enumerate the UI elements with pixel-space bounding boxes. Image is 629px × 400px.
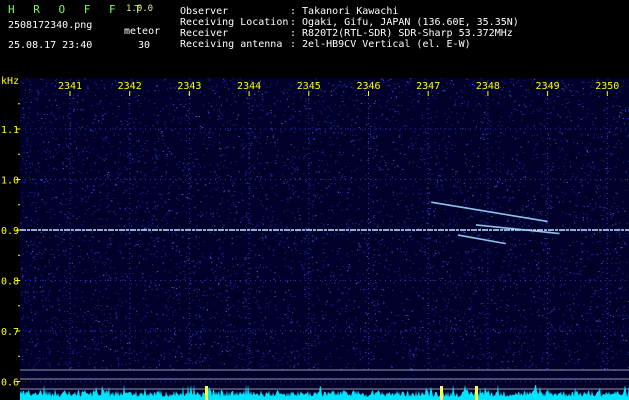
x-tick-label: 2348 xyxy=(476,81,500,92)
y-tick-label: 1.0 xyxy=(1,176,19,187)
info-label-observer: Observer xyxy=(180,6,229,17)
x-tick-label: 2349 xyxy=(536,81,560,92)
spectrogram-plot: 2341 2342 2343 2344 2345 2346 2347 2348 2349 2350… xyxy=(1,76,629,400)
info-value-observer: : Takanori Kawachi xyxy=(290,6,399,17)
x-tick-label: 2344 xyxy=(237,81,261,92)
y-axis-label: kHz xyxy=(1,76,19,87)
info-value-antenna: : 2el-HB9CV Vertical (el. E-W) xyxy=(290,39,471,50)
noise-peak-marker xyxy=(475,386,478,400)
info-label-antenna: Receiving antenna xyxy=(180,39,283,50)
info-label-location: Receiving Location xyxy=(180,17,289,28)
y-tick-label: 0.7 xyxy=(1,327,19,338)
plot-background xyxy=(20,78,629,400)
y-tick-label: 0.8 xyxy=(1,277,19,288)
y-tick-label: 0.9 xyxy=(1,226,19,237)
x-tick-label: 2343 xyxy=(177,81,201,92)
info-label-receiver: Receiver xyxy=(180,28,229,39)
meteor-count: 30 xyxy=(138,40,151,51)
x-tick-label: 2346 xyxy=(356,81,380,92)
x-tick-label: 2342 xyxy=(118,81,142,92)
x-tick-label: 2347 xyxy=(416,81,440,92)
y-tick-label: 0.6 xyxy=(1,378,19,389)
filename-label: 2508172340.png xyxy=(8,20,93,31)
x-tick-label: 2350 xyxy=(595,81,619,92)
info-value-location: : Ogaki, Gifu, JAPAN (136.60E, 35.35N) xyxy=(290,17,519,28)
noise-peak-marker xyxy=(440,386,443,400)
datetime-label: 25.08.17 23:40 xyxy=(8,40,93,51)
x-tick-label: 2345 xyxy=(297,81,321,92)
x-tick-label: 2341 xyxy=(58,81,82,92)
meteor-label: meteor xyxy=(124,26,161,37)
noise-peak-marker xyxy=(205,386,208,400)
info-value-receiver: : R820T2(RTL-SDR) SDR-Sharp 53.372MHz xyxy=(290,28,513,39)
y-tick-label: 1.1 xyxy=(1,125,19,136)
version-label: 1.0.0 xyxy=(126,4,154,14)
